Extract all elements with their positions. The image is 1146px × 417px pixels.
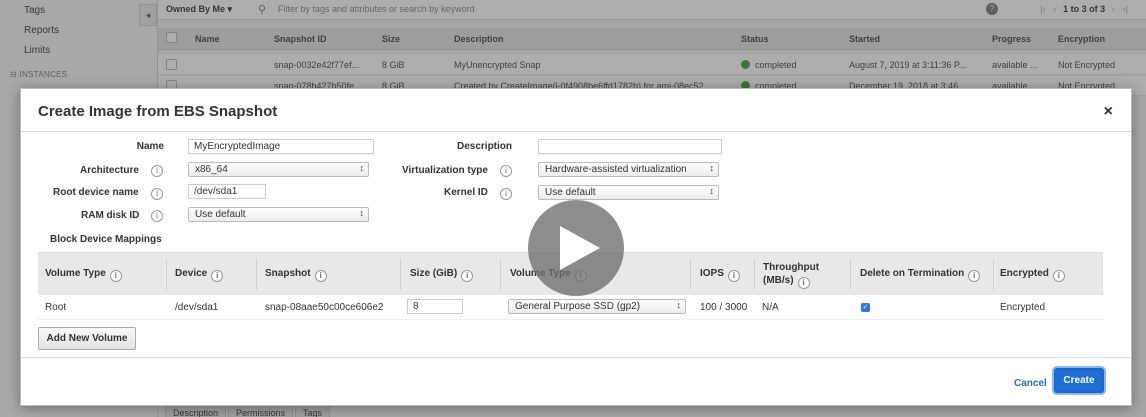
dialog-title: Create Image from EBS Snapshot	[38, 103, 278, 120]
architecture-label: Architecture	[80, 165, 139, 176]
info-icon[interactable]: i	[151, 165, 163, 177]
cell-encrypted: Encrypted	[1000, 302, 1046, 313]
description-input[interactable]	[538, 139, 722, 154]
description-label: Description	[457, 141, 513, 152]
info-icon[interactable]: i	[314, 270, 327, 282]
root-device-name-input[interactable]: /dev/sda1	[188, 184, 266, 199]
table-row: Root /dev/sda1 snap-08aae50c00ce606e2 8 …	[38, 295, 1103, 320]
cell-snapshot: snap-08aae50c00ce606e2	[265, 302, 384, 313]
virtualization-type-select[interactable]: Hardware-assisted virtualization ↕	[538, 162, 719, 177]
col-delete-on-termination: Delete on Termination i	[860, 268, 981, 282]
block-device-mappings-title: Block Device Mappings	[50, 234, 162, 245]
divider	[500, 259, 501, 290]
divider	[850, 259, 851, 290]
divider	[21, 131, 1131, 132]
info-icon[interactable]: i	[461, 270, 474, 282]
info-icon[interactable]: i	[968, 270, 981, 282]
ram-disk-id-label: RAM disk ID	[81, 210, 140, 221]
cancel-button[interactable]: Cancel	[1014, 378, 1047, 389]
divider	[754, 259, 755, 290]
cell-iops: 100 / 3000	[700, 302, 748, 313]
cell-device: /dev/sda1	[175, 302, 219, 313]
root-device-name-label: Root device name	[53, 187, 139, 198]
info-icon[interactable]: i	[500, 188, 512, 200]
divider	[400, 259, 401, 290]
name-input[interactable]: MyEncryptedImage	[188, 139, 374, 154]
info-icon[interactable]: i	[109, 270, 122, 282]
col-throughput: Throughput (MB/s) i	[763, 262, 820, 289]
info-icon[interactable]: i	[151, 188, 163, 200]
info-icon[interactable]: i	[500, 165, 512, 177]
col-size: Size (GiB) i	[410, 268, 474, 282]
info-icon[interactable]: i	[797, 277, 810, 289]
virtualization-type-label: Virtualization type	[402, 165, 488, 176]
divider	[256, 259, 257, 290]
play-icon[interactable]	[528, 200, 624, 296]
divider	[690, 259, 691, 290]
select-caret-icon: ↕	[709, 186, 715, 196]
divider	[993, 259, 994, 290]
col-volume-type: Volume Type i	[45, 268, 122, 282]
play-triangle-icon	[560, 226, 600, 270]
select-caret-icon: ↕	[709, 163, 715, 173]
info-icon[interactable]: i	[1052, 270, 1065, 282]
kernel-id-label: Kernel ID	[444, 187, 488, 198]
delete-on-termination-checkbox[interactable]: ✓	[861, 303, 870, 312]
architecture-select[interactable]: x86_64 ↕	[188, 162, 369, 177]
kernel-id-select[interactable]: Use default ↕	[538, 185, 719, 200]
col-device: Device i	[175, 268, 224, 282]
close-icon[interactable]: ×	[1104, 103, 1113, 121]
name-label: Name	[136, 141, 164, 152]
select-caret-icon: ↕	[676, 300, 682, 310]
cell-throughput: N/A	[762, 302, 779, 313]
col-snapshot: Snapshot i	[265, 268, 327, 282]
cell-volume-type: Root	[45, 302, 67, 313]
info-icon[interactable]: i	[727, 270, 740, 282]
ram-disk-id-select[interactable]: Use default ↕	[188, 207, 369, 222]
divider	[21, 357, 1131, 358]
info-icon[interactable]: i	[211, 270, 224, 282]
add-new-volume-button[interactable]: Add New Volume	[38, 327, 136, 350]
info-icon[interactable]: i	[151, 210, 163, 222]
volume-type-select[interactable]: General Purpose SSD (gp2) ↕	[508, 299, 686, 314]
select-caret-icon: ↕	[359, 163, 365, 173]
col-encrypted: Encrypted i	[1000, 268, 1065, 282]
divider	[166, 259, 167, 290]
col-iops: IOPS i	[700, 268, 740, 282]
create-button[interactable]: Create	[1054, 368, 1104, 393]
size-input[interactable]: 8	[407, 299, 463, 314]
select-caret-icon: ↕	[359, 208, 365, 218]
